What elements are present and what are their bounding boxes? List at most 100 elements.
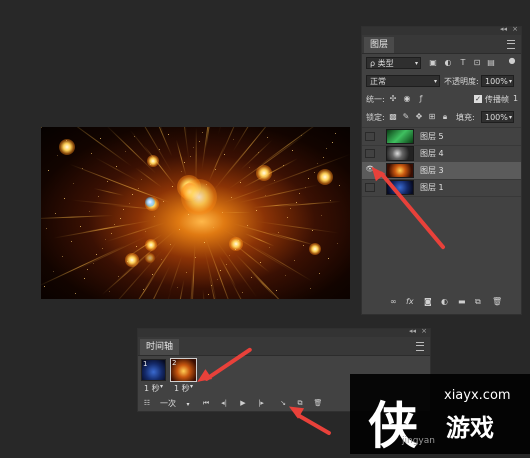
adjustment-icon[interactable]: ◐ <box>441 297 448 306</box>
play-icon[interactable]: ▶ <box>236 397 250 409</box>
particle-dot <box>132 194 133 195</box>
link-icon[interactable]: ∞ <box>390 297 397 306</box>
layer-thumbnail <box>386 129 414 144</box>
particle-dot <box>222 212 223 213</box>
frame-2[interactable]: 2 <box>170 358 197 382</box>
lock-position-icon[interactable]: ✥ <box>414 112 424 122</box>
particle-dot <box>41 127 42 128</box>
prev-frame-icon[interactable]: ◂| <box>217 397 231 409</box>
document-canvas[interactable] <box>41 127 350 299</box>
particle-dot <box>213 227 214 228</box>
close-icon[interactable]: × <box>421 327 427 335</box>
loop-select[interactable]: 一次 ▾ <box>160 398 190 409</box>
particle-dot <box>125 151 126 152</box>
particle-dot <box>190 156 191 157</box>
particle-dot <box>188 214 189 215</box>
particle-dot <box>152 274 153 275</box>
propagate-frame-value: 1 <box>513 94 519 103</box>
filter-toggle-icon[interactable]: ● <box>507 56 517 66</box>
type-filter-icon[interactable]: T <box>458 58 468 68</box>
visibility-toggle[interactable] <box>365 183 375 192</box>
collapse-icon[interactable]: ◂◂ <box>409 327 416 335</box>
particle-dot <box>82 168 83 169</box>
layers-panel: ◂◂ × 图层 ρ 类型 ▾ ▣ ◐ T ⊡ ▤ ● 正常 ▾ 不透明度: 10… <box>361 25 522 315</box>
filter-kind-select[interactable]: ρ 类型 ▾ <box>366 57 421 69</box>
frame-delay[interactable]: 1 秒 <box>144 383 160 394</box>
particle-dot <box>211 285 212 286</box>
fill-input[interactable]: 100% ▾ <box>481 111 514 123</box>
particle-dot <box>328 258 329 259</box>
unify-position-icon[interactable]: ✣ <box>388 94 398 104</box>
fx-icon[interactable]: fx <box>406 297 414 306</box>
new-layer-icon[interactable]: ⧉ <box>475 297 481 307</box>
particle-dot <box>330 200 331 201</box>
particle-dot <box>195 257 196 258</box>
panel-collapse-bar[interactable]: ◂◂ × <box>362 25 521 35</box>
tab-timeline[interactable]: 时间轴 <box>140 339 180 355</box>
particle-dot <box>290 208 291 209</box>
unify-visibility-icon[interactable]: ◉ <box>402 94 412 104</box>
frame-delay[interactable]: 1 秒 <box>174 383 190 394</box>
particle-dot <box>48 170 49 171</box>
layer-name[interactable]: 图层 3 <box>420 165 444 176</box>
layer-name[interactable]: 图层 4 <box>420 148 444 159</box>
frame-number: 2 <box>172 359 177 367</box>
layer-row[interactable]: 图层 4 <box>362 145 521 163</box>
particle-dot <box>89 211 90 212</box>
layer-name[interactable]: 图层 1 <box>420 182 444 193</box>
particle-dot <box>150 164 151 165</box>
convert-icon[interactable]: ☷ <box>140 397 154 409</box>
shape-filter-icon[interactable]: ⊡ <box>472 58 482 68</box>
particle-dot <box>337 243 338 244</box>
particle-dot <box>123 209 124 210</box>
lock-artboard-icon[interactable]: ⊞ <box>427 112 437 122</box>
trash-icon[interactable]: 🗑︎ <box>311 397 325 409</box>
visibility-toggle[interactable] <box>365 132 375 141</box>
next-frame-icon[interactable]: |▸ <box>254 397 268 409</box>
pixel-filter-icon[interactable]: ▣ <box>428 58 438 68</box>
particle-streak <box>172 279 185 299</box>
lock-all-icon[interactable]: 🔒︎ <box>440 112 450 122</box>
particle-streak <box>195 127 197 184</box>
first-frame-icon[interactable]: ⏮ <box>199 397 213 409</box>
particle-streak <box>204 251 218 299</box>
collapse-icon[interactable]: ◂◂ <box>500 25 507 33</box>
panel-menu-icon[interactable] <box>507 40 515 49</box>
particle-dot <box>274 180 275 181</box>
particle-dot <box>204 242 205 243</box>
particle-dot <box>96 254 97 255</box>
layer-name[interactable]: 图层 5 <box>420 131 444 142</box>
lock-transparent-icon[interactable]: ▩ <box>388 112 398 122</box>
opacity-input[interactable]: 100% ▾ <box>481 75 514 87</box>
blend-mode-select[interactable]: 正常 ▾ <box>366 75 440 87</box>
chevron-down-icon: ▾ <box>190 383 194 390</box>
particle-dot <box>138 188 139 189</box>
close-icon[interactable]: × <box>512 25 518 33</box>
particle-dot <box>168 134 169 135</box>
particle-dot <box>269 247 270 248</box>
layer-row[interactable]: 图层 5 <box>362 128 521 146</box>
adjustment-filter-icon[interactable]: ◐ <box>443 58 453 68</box>
smart-object-filter-icon[interactable]: ▤ <box>486 58 496 68</box>
tab-layers[interactable]: 图层 <box>364 37 395 53</box>
frame-1[interactable]: 1 <box>141 359 166 381</box>
particle-dot <box>231 197 232 198</box>
lock-image-icon[interactable]: ✎ <box>401 112 411 122</box>
particle-dot <box>283 165 284 166</box>
panel-collapse-bar[interactable]: ◂◂ × <box>138 327 430 337</box>
particle-dot <box>339 185 340 186</box>
panel-menu-icon[interactable] <box>416 342 424 351</box>
particle-streak <box>232 127 282 152</box>
trash-icon[interactable]: 🗑︎ <box>492 297 502 306</box>
light-glow <box>181 179 217 215</box>
propagate-checkbox[interactable]: ✓ <box>474 95 482 103</box>
unify-style-icon[interactable]: ƒ <box>416 94 426 104</box>
mask-icon[interactable]: ◙ <box>424 297 432 306</box>
filter-kind-label: ρ 类型 <box>370 59 394 68</box>
folder-icon[interactable]: ▬ <box>458 297 466 306</box>
particle-dot <box>111 233 112 234</box>
particle-streak <box>202 289 207 299</box>
particle-dot <box>44 286 45 287</box>
visibility-toggle[interactable] <box>365 149 375 158</box>
particle-streak <box>221 212 251 213</box>
